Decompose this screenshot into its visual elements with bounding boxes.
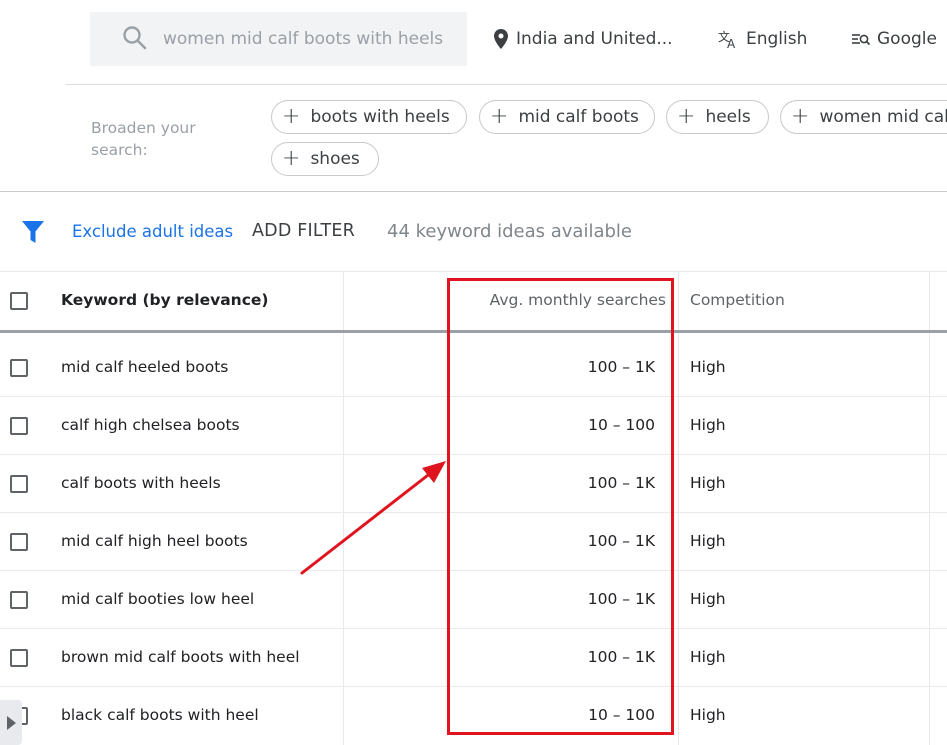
avg-searches-cell: 100 – 1K	[587, 590, 655, 608]
translate-icon: 文 A	[718, 29, 736, 49]
row-checkbox[interactable]	[10, 417, 28, 435]
plus-icon: +	[490, 104, 509, 129]
avg-searches-cell: 100 – 1K	[587, 532, 655, 550]
language-label: English	[746, 29, 808, 49]
competition-cell: High	[690, 474, 726, 492]
broaden-label: Broaden your search:	[91, 119, 196, 159]
broaden-chip[interactable]: + women mid calf	[780, 100, 947, 134]
broaden-chip[interactable]: + boots with heels	[271, 100, 467, 134]
table-row: mid calf booties low heel 100 – 1K High	[0, 571, 947, 629]
keyword-cell: mid calf heeled boots	[61, 358, 229, 376]
side-panel-toggle[interactable]	[0, 700, 22, 745]
section-divider	[0, 191, 947, 192]
search-network-icon	[852, 34, 871, 46]
keyword-cell: black calf boots with heel	[61, 706, 259, 724]
avg-searches-cell: 10 – 100	[588, 706, 655, 724]
exclude-adult-ideas-filter[interactable]: Exclude adult ideas	[72, 222, 233, 241]
location-selector[interactable]: India and United...	[494, 26, 673, 52]
chip-label: heels	[705, 107, 751, 127]
plus-icon: +	[791, 104, 810, 129]
select-all-checkbox[interactable]	[10, 292, 28, 310]
competition-cell: High	[690, 416, 726, 434]
row-checkbox[interactable]	[10, 591, 28, 609]
table-row: mid calf heeled boots 100 – 1K High	[0, 339, 947, 397]
add-filter-button[interactable]: ADD FILTER	[252, 221, 355, 241]
table-row: brown mid calf boots with heel 100 – 1K …	[0, 629, 947, 687]
chevron-right-icon	[7, 715, 16, 730]
location-pin-icon	[494, 29, 508, 49]
row-checkbox[interactable]	[10, 649, 28, 667]
competition-cell: High	[690, 358, 726, 376]
chip-label: boots with heels	[310, 107, 450, 127]
avg-searches-cell: 10 – 100	[588, 416, 655, 434]
avg-searches-cell: 100 – 1K	[587, 358, 655, 376]
chip-label: shoes	[310, 149, 360, 169]
broaden-chip[interactable]: + shoes	[271, 142, 379, 176]
broaden-chip[interactable]: + mid calf boots	[479, 100, 655, 134]
top-divider	[66, 84, 947, 85]
plus-icon: +	[282, 146, 301, 171]
top-bar: India and United... 文 A English Google	[0, 0, 947, 84]
plus-icon: +	[677, 104, 696, 129]
column-header-keyword[interactable]: Keyword (by relevance)	[61, 291, 269, 309]
keyword-ideas-count: 44 keyword ideas available	[387, 221, 632, 242]
network-label: Google	[877, 29, 937, 49]
competition-cell: High	[690, 590, 726, 608]
network-selector[interactable]: Google	[851, 26, 937, 52]
keyword-cell: calf high chelsea boots	[61, 416, 240, 434]
row-checkbox[interactable]	[10, 359, 28, 377]
table-row: mid calf high heel boots 100 – 1K High	[0, 513, 947, 571]
chip-label: women mid calf	[819, 107, 947, 127]
svg-text:A: A	[727, 37, 736, 49]
avg-searches-cell: 100 – 1K	[587, 648, 655, 666]
column-header-competition[interactable]: Competition	[690, 291, 785, 309]
filter-bar: Exclude adult ideas ADD FILTER 44 keywor…	[0, 193, 947, 271]
table-row: black calf boots with heel 10 – 100 High	[0, 687, 947, 745]
competition-cell: High	[690, 532, 726, 550]
competition-cell: High	[690, 706, 726, 724]
keyword-cell: brown mid calf boots with heel	[61, 648, 300, 666]
keyword-cell: mid calf high heel boots	[61, 532, 248, 550]
competition-cell: High	[690, 648, 726, 666]
avg-searches-cell: 100 – 1K	[587, 474, 655, 492]
search-icon	[123, 26, 147, 50]
row-checkbox[interactable]	[10, 475, 28, 493]
header-rule	[0, 330, 947, 333]
row-checkbox[interactable]	[10, 533, 28, 551]
search-input[interactable]	[163, 27, 453, 51]
keyword-cell: mid calf booties low heel	[61, 590, 255, 608]
table-row: calf boots with heels 100 – 1K High	[0, 455, 947, 513]
keyword-cell: calf boots with heels	[61, 474, 221, 492]
language-selector[interactable]: 文 A English	[718, 26, 807, 52]
column-header-avg-monthly-searches[interactable]: Avg. monthly searches	[490, 291, 666, 309]
table-header: Keyword (by relevance) Avg. monthly sear…	[0, 271, 947, 331]
chip-label: mid calf boots	[518, 107, 639, 127]
filter-funnel-icon[interactable]	[21, 220, 45, 244]
broaden-chip[interactable]: + heels	[666, 100, 769, 134]
plus-icon: +	[282, 104, 301, 129]
table-row: calf high chelsea boots 10 – 100 High	[0, 397, 947, 455]
location-label: India and United...	[516, 29, 673, 49]
